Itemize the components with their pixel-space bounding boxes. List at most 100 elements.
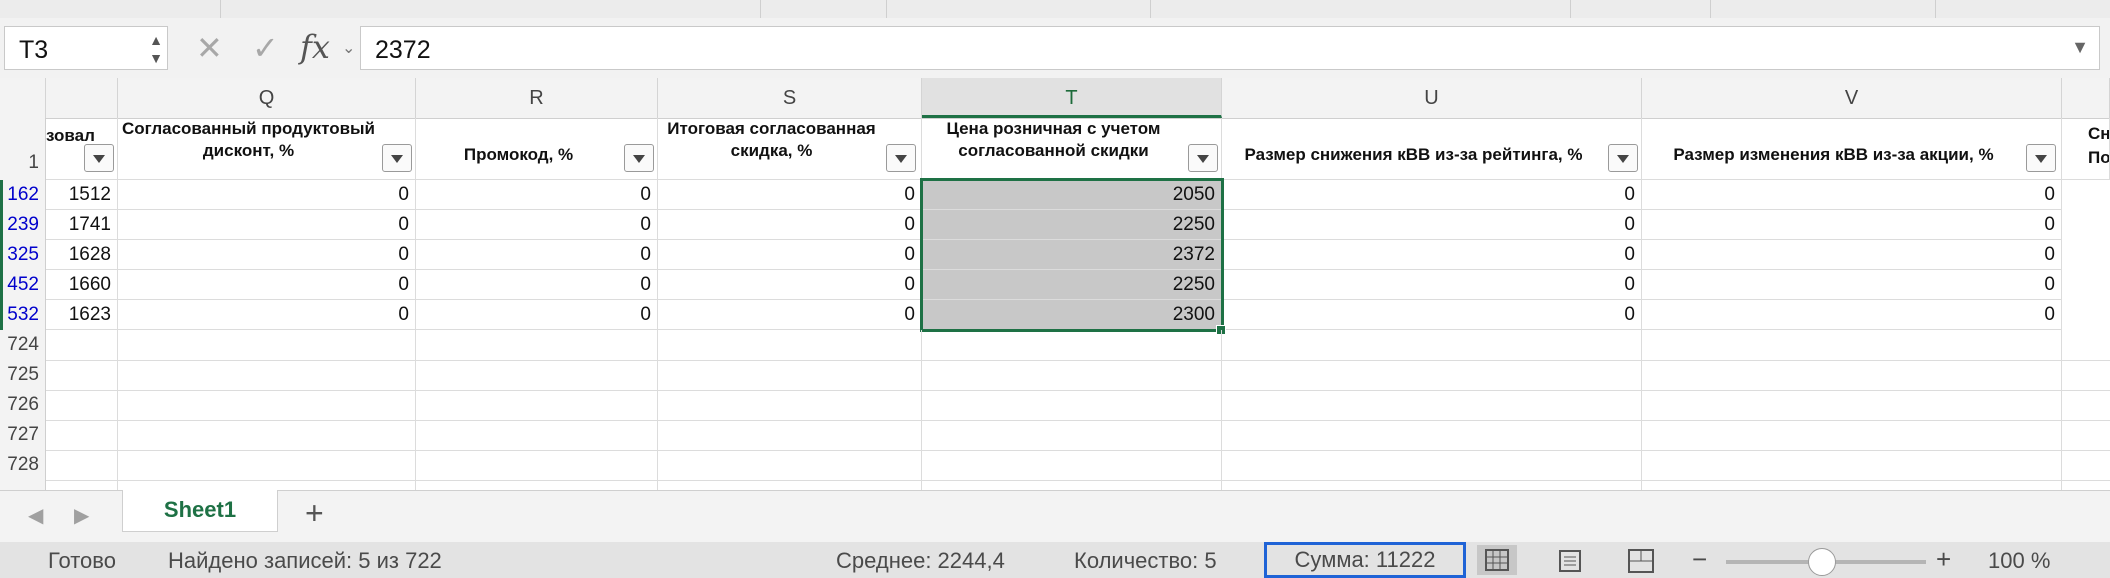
- cell-p[interactable]: 1512: [46, 180, 118, 210]
- cell-q[interactable]: 0: [118, 240, 416, 270]
- row-header[interactable]: [0, 480, 46, 490]
- row-header[interactable]: 452: [0, 270, 46, 300]
- page-layout-icon: [1559, 550, 1581, 572]
- normal-view-button[interactable]: [1477, 545, 1517, 575]
- cell-p[interactable]: 1623: [46, 300, 118, 330]
- filter-dropdown-icon[interactable]: [1608, 144, 1638, 172]
- cell-r[interactable]: 0: [416, 240, 658, 270]
- row-header[interactable]: 727: [0, 420, 46, 450]
- status-count[interactable]: Количество: 5: [1074, 548, 1217, 574]
- cell-u[interactable]: 0: [1222, 300, 1642, 330]
- cell-s[interactable]: 0: [658, 210, 922, 240]
- column-header-q[interactable]: Q: [118, 78, 416, 118]
- cell-s[interactable]: 0: [658, 270, 922, 300]
- cell-p[interactable]: 1628: [46, 240, 118, 270]
- filter-dropdown-icon[interactable]: [382, 144, 412, 172]
- column-header-w[interactable]: [2062, 78, 2110, 118]
- filter-dropdown-icon[interactable]: [886, 144, 916, 172]
- sheet-tabs-bar: ◀ ▶ Sheet1 +: [0, 490, 2110, 543]
- filter-dropdown-icon[interactable]: [2026, 144, 2056, 172]
- zoom-level[interactable]: 100 %: [1988, 548, 2050, 574]
- zoom-out-button[interactable]: −: [1692, 544, 1707, 575]
- page-break-icon: [1628, 549, 1654, 573]
- grid-view-icon: [1485, 549, 1509, 571]
- header-cell-r: Промокод, %: [416, 118, 658, 180]
- cell-t[interactable]: 2250: [922, 270, 1222, 300]
- formula-value: 2372: [375, 36, 431, 64]
- formula-input[interactable]: 2372 ▼: [360, 26, 2100, 70]
- header-cell-t: Цена розничная с учетом согласованной ск…: [922, 118, 1222, 180]
- cell-v[interactable]: 0: [1642, 270, 2062, 300]
- zoom-in-button[interactable]: +: [1936, 544, 1951, 575]
- add-sheet-button[interactable]: +: [305, 495, 324, 532]
- cell-s[interactable]: 0: [658, 240, 922, 270]
- row-header[interactable]: 162: [0, 180, 46, 210]
- cell-v[interactable]: 0: [1642, 300, 2062, 330]
- chevron-down-icon[interactable]: ⌄: [342, 38, 355, 58]
- header-cell-q: Согласованный продуктовый дисконт, %: [118, 118, 416, 180]
- cell-v[interactable]: 0: [1642, 210, 2062, 240]
- header-cell-v: Размер изменения кВВ из-за акции, %: [1642, 118, 2062, 180]
- cell-q[interactable]: 0: [118, 210, 416, 240]
- header-cell-w: Сн По: [2062, 118, 2110, 180]
- row-header[interactable]: 726: [0, 390, 46, 420]
- status-sum-label: Сумма: 11222: [1294, 547, 1436, 572]
- column-header-p[interactable]: [46, 78, 118, 118]
- cell-t[interactable]: 2250: [922, 210, 1222, 240]
- row-header[interactable]: 728: [0, 450, 46, 480]
- row-header[interactable]: 325: [0, 240, 46, 270]
- cell-s[interactable]: 0: [658, 300, 922, 330]
- filter-dropdown-icon[interactable]: [84, 144, 114, 172]
- status-average[interactable]: Среднее: 2244,4: [836, 548, 1005, 574]
- column-header-v[interactable]: V: [1642, 78, 2062, 118]
- cell-v[interactable]: 0: [1642, 240, 2062, 270]
- cell-q[interactable]: 0: [118, 270, 416, 300]
- column-header-row: Q R S T U V: [0, 78, 2110, 119]
- expand-formula-icon[interactable]: ▼: [2071, 37, 2089, 58]
- column-header-r[interactable]: R: [416, 78, 658, 118]
- cell-q[interactable]: 0: [118, 180, 416, 210]
- cell-r[interactable]: 0: [416, 300, 658, 330]
- cell-r[interactable]: 0: [416, 210, 658, 240]
- filter-dropdown-icon[interactable]: [1188, 144, 1218, 172]
- row-header-1[interactable]: 1: [0, 118, 46, 180]
- cell-q[interactable]: 0: [118, 300, 416, 330]
- status-sum[interactable]: Сумма: 11222: [1264, 542, 1466, 578]
- cell-u[interactable]: 0: [1222, 270, 1642, 300]
- worksheet-grid[interactable]: Q R S T U V 1 зовал Согласованный продук…: [0, 78, 2110, 490]
- cell-u[interactable]: 0: [1222, 240, 1642, 270]
- name-box-value: T3: [19, 36, 49, 64]
- cell-p[interactable]: 1741: [46, 210, 118, 240]
- row-header[interactable]: 725: [0, 360, 46, 390]
- next-sheet-icon[interactable]: ▶: [74, 503, 89, 528]
- cell-u[interactable]: 0: [1222, 180, 1642, 210]
- prev-sheet-icon[interactable]: ◀: [28, 503, 43, 528]
- name-box[interactable]: T3 ▲ ▼: [4, 26, 168, 70]
- cell-t[interactable]: 2050: [922, 180, 1222, 210]
- column-header-u[interactable]: U: [1222, 78, 1642, 118]
- row-header[interactable]: 724: [0, 330, 46, 360]
- cell-p[interactable]: 1660: [46, 270, 118, 300]
- name-box-stepper-icon[interactable]: ▲ ▼: [149, 31, 163, 67]
- sheet-tab-sheet1[interactable]: Sheet1: [122, 490, 278, 532]
- cell-u[interactable]: 0: [1222, 210, 1642, 240]
- confirm-icon[interactable]: ✓: [252, 32, 279, 64]
- column-header-t[interactable]: T: [922, 78, 1222, 118]
- page-layout-view-button[interactable]: [1550, 545, 1590, 575]
- insert-function-icon[interactable]: fx: [300, 28, 330, 66]
- row-header[interactable]: 239: [0, 210, 46, 240]
- active-cell-t3[interactable]: 2372: [922, 240, 1222, 270]
- zoom-slider-thumb[interactable]: [1808, 548, 1836, 576]
- cancel-icon[interactable]: ✕: [196, 32, 223, 64]
- cell-r[interactable]: 0: [416, 270, 658, 300]
- cell-v[interactable]: 0: [1642, 180, 2062, 210]
- page-break-view-button[interactable]: [1620, 545, 1660, 575]
- cell-r[interactable]: 0: [416, 180, 658, 210]
- row-header[interactable]: 532: [0, 300, 46, 330]
- select-all-corner[interactable]: [0, 78, 46, 118]
- filter-dropdown-icon[interactable]: [624, 144, 654, 172]
- cell-t[interactable]: 2300: [922, 300, 1222, 330]
- cell-s[interactable]: 0: [658, 180, 922, 210]
- column-header-s[interactable]: S: [658, 78, 922, 118]
- ribbon-strip: [0, 0, 2110, 19]
